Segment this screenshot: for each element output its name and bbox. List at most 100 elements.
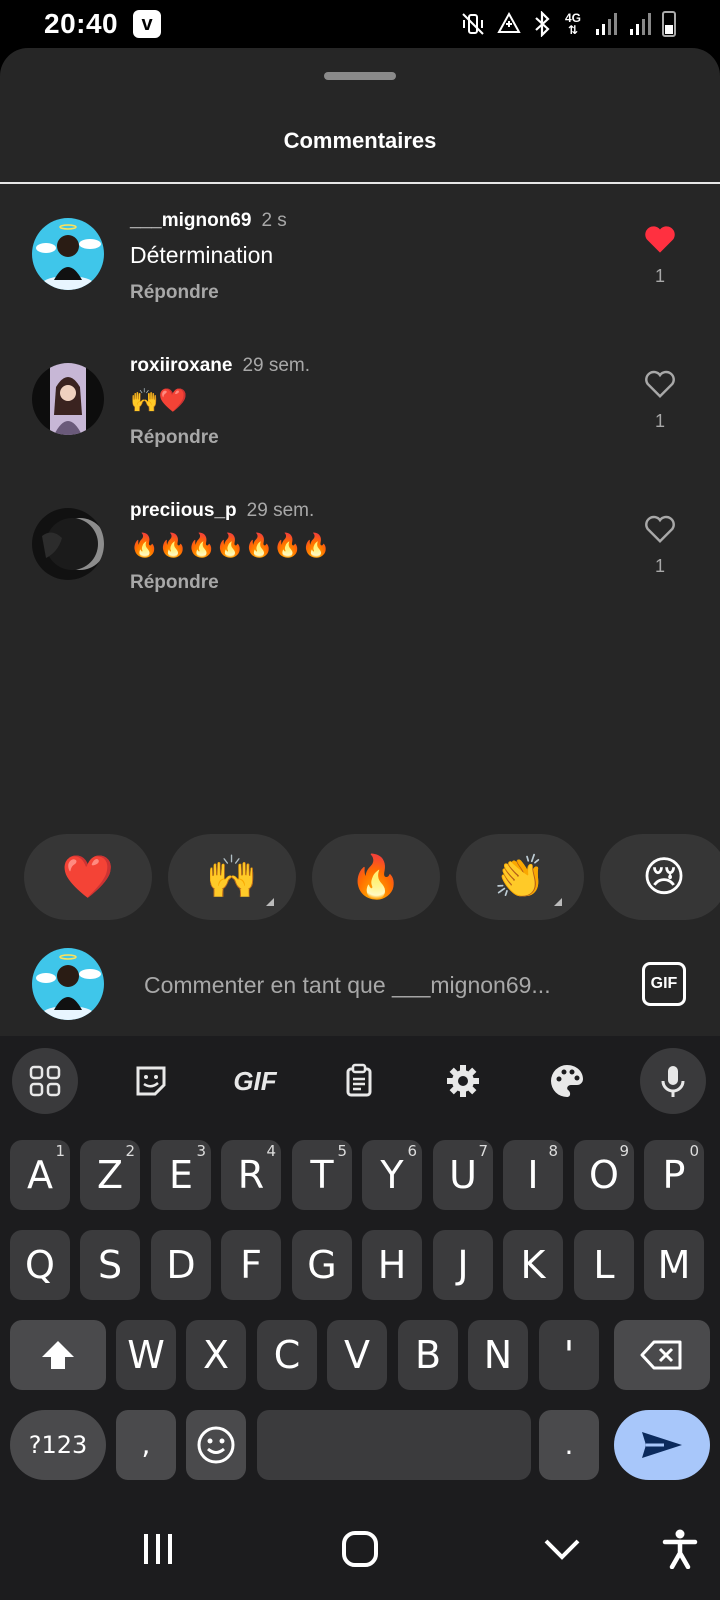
reaction-raising-hands[interactable]: 🙌 <box>168 834 296 920</box>
reply-button[interactable]: Répondre <box>130 572 219 594</box>
key-label: O <box>589 1153 619 1197</box>
data-saver-icon <box>497 11 521 33</box>
emoji-key[interactable] <box>186 1410 246 1480</box>
key[interactable]: I8 <box>503 1140 563 1210</box>
send-key[interactable] <box>614 1410 710 1480</box>
back-button[interactable] <box>532 1524 592 1574</box>
reaction-emoji: 🙌 <box>205 853 259 900</box>
key[interactable]: C <box>257 1320 317 1390</box>
drag-handle[interactable] <box>324 72 396 80</box>
key[interactable]: F <box>221 1230 281 1300</box>
keyboard-toolbar: GIF <box>0 1036 720 1128</box>
reply-button[interactable]: Répondre <box>130 282 219 304</box>
microphone-icon[interactable] <box>640 1048 706 1114</box>
comment-username[interactable]: preciious_p <box>130 500 237 521</box>
home-icon <box>342 1531 378 1567</box>
space-key[interactable] <box>257 1410 531 1480</box>
reaction-emoji: ❤️ <box>61 853 115 900</box>
reply-button[interactable]: Répondre <box>130 427 219 449</box>
avatar[interactable] <box>32 508 104 580</box>
key-hint: 9 <box>619 1142 629 1160</box>
comment-time: 2 s <box>261 210 287 231</box>
gif-tab[interactable]: GIF <box>222 1048 288 1114</box>
key[interactable]: M <box>644 1230 704 1300</box>
key-label: P <box>662 1153 686 1197</box>
key[interactable]: B <box>398 1320 458 1390</box>
comment-input[interactable]: Commenter en tant que ___mignon69... <box>144 972 551 999</box>
key[interactable]: S <box>80 1230 140 1300</box>
status-icons: 4G ⇅ <box>460 10 676 38</box>
comma-key[interactable]: , <box>116 1410 176 1480</box>
reaction-clapping[interactable]: 👏 <box>456 834 584 920</box>
comment-time: 29 sem. <box>246 500 315 521</box>
recents-icon <box>144 1534 172 1564</box>
key-label: Z <box>96 1153 124 1197</box>
key[interactable]: ' <box>539 1320 599 1390</box>
key-label: E <box>168 1153 193 1197</box>
key-label: I <box>527 1153 539 1197</box>
shift-key[interactable] <box>10 1320 106 1390</box>
key-hint: 0 <box>689 1142 699 1160</box>
key[interactable]: Y6 <box>362 1140 422 1210</box>
key[interactable]: J <box>433 1230 493 1300</box>
palette-icon[interactable] <box>534 1048 600 1114</box>
home-button[interactable] <box>330 1524 390 1574</box>
sticker-icon[interactable] <box>118 1048 184 1114</box>
reaction-crying[interactable]: 😢 <box>600 834 720 920</box>
like-button[interactable]: 1 <box>640 224 680 287</box>
recents-button[interactable] <box>128 1524 188 1574</box>
period-key[interactable]: . <box>539 1410 599 1480</box>
key-label: T <box>310 1153 334 1197</box>
like-count: 1 <box>654 266 665 286</box>
gif-button[interactable]: GIF <box>642 962 686 1006</box>
app-notification-icon: v <box>133 10 161 38</box>
like-count: 1 <box>654 411 665 431</box>
key[interactable]: U7 <box>433 1140 493 1210</box>
reaction-fire[interactable]: 🔥 <box>312 834 440 920</box>
key[interactable]: P0 <box>644 1140 704 1210</box>
avatar[interactable] <box>32 363 104 435</box>
key[interactable]: X <box>186 1320 246 1390</box>
clipboard-icon[interactable] <box>326 1048 392 1114</box>
comment-username[interactable]: roxiiroxane <box>130 355 232 376</box>
comments-sheet: Commentaires ___mignon69 2 s Déterminatio… <box>0 48 720 1038</box>
key-label: R <box>237 1153 265 1197</box>
key[interactable]: R4 <box>221 1140 281 1210</box>
key[interactable]: Q <box>10 1230 70 1300</box>
status-bar: 20:40 v 4G ⇅ <box>0 0 720 48</box>
comment-username[interactable]: ___mignon69 <box>130 210 251 231</box>
key[interactable]: Z2 <box>80 1140 140 1210</box>
accessibility-button[interactable] <box>650 1524 710 1574</box>
key-hint: 2 <box>125 1142 135 1160</box>
avatar[interactable] <box>32 218 104 290</box>
key[interactable]: N <box>468 1320 528 1390</box>
key[interactable]: L <box>574 1230 634 1300</box>
key-hint: 3 <box>196 1142 206 1160</box>
like-button[interactable]: 1 <box>640 514 680 577</box>
key[interactable]: W <box>116 1320 176 1390</box>
key[interactable]: T5 <box>292 1140 352 1210</box>
key[interactable]: E3 <box>151 1140 211 1210</box>
key-hint: 7 <box>478 1142 488 1160</box>
key-hint: 1 <box>55 1142 65 1160</box>
key-label: Y <box>380 1153 404 1197</box>
comment-text: 🙌❤️ <box>130 387 188 413</box>
backspace-key[interactable] <box>614 1320 710 1390</box>
key[interactable]: V <box>327 1320 387 1390</box>
symbols-key[interactable]: ?123 <box>10 1410 106 1480</box>
like-button[interactable]: 1 <box>640 369 680 432</box>
settings-icon[interactable] <box>430 1048 496 1114</box>
key[interactable]: A1 <box>10 1140 70 1210</box>
chevron-down-icon <box>544 1539 580 1560</box>
emoji-icon <box>197 1426 235 1464</box>
key[interactable]: G <box>292 1230 352 1300</box>
reaction-heart[interactable]: ❤️ <box>24 834 152 920</box>
key[interactable]: K <box>503 1230 563 1300</box>
key[interactable]: H <box>362 1230 422 1300</box>
key[interactable]: O9 <box>574 1140 634 1210</box>
send-icon <box>642 1432 682 1458</box>
apps-grid-icon[interactable] <box>12 1048 78 1114</box>
key-hint: 5 <box>337 1142 347 1160</box>
key[interactable]: D <box>151 1230 211 1300</box>
comment-text: 🔥🔥🔥🔥🔥🔥🔥 <box>130 532 331 558</box>
